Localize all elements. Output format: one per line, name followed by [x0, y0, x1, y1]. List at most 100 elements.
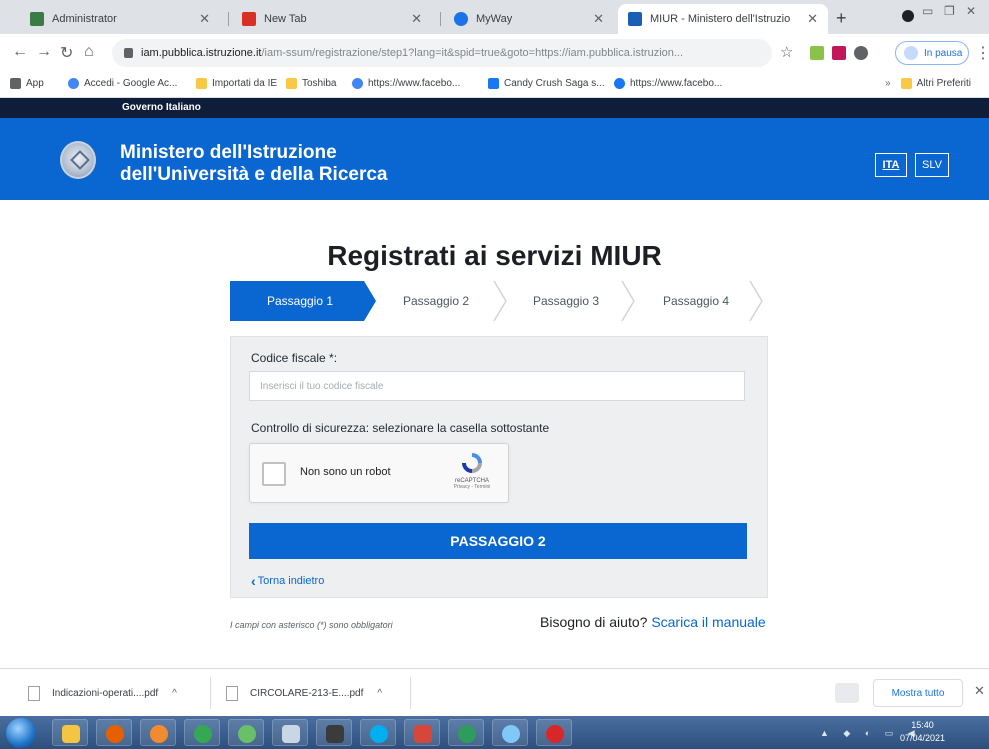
codice-fiscale-label: Codice fiscale *:: [251, 351, 338, 365]
tab-title: New Tab: [264, 13, 307, 25]
bookmark-label: Altri Preferiti: [916, 78, 972, 89]
bookmark-label: App: [26, 78, 44, 89]
address-bar[interactable]: iam.pubblica.istruzione.it /iam-ssum/reg…: [112, 39, 772, 67]
lock-icon: [124, 48, 133, 58]
window-close-icon[interactable]: ✕: [966, 4, 976, 18]
taskbar-app[interactable]: [140, 719, 176, 746]
clock[interactable]: 15:40 07/04/2021: [900, 716, 945, 749]
bookmark-label: https://www.facebo...: [630, 78, 723, 89]
windows-taskbar: ▲ ◆ ◐ ▭ ◀ 15:40 07/04/2021: [0, 716, 989, 749]
tab-close-icon[interactable]: ✕: [593, 11, 604, 27]
apps-grid-icon: [10, 78, 21, 89]
taskbar-app[interactable]: [272, 719, 308, 746]
ministry-name[interactable]: Ministero dell'Istruzione dell'Universit…: [120, 142, 387, 186]
app-icon: [414, 725, 432, 743]
url-path: /iam-ssum/registrazione/step1?lang=it&sp…: [261, 47, 684, 59]
home-icon[interactable]: ⌂: [84, 43, 94, 61]
back-arrow-icon[interactable]: ←: [12, 43, 28, 61]
bookmark-candy-crush[interactable]: Candy Crush Saga s...: [488, 78, 605, 89]
recaptcha-logo: reCAPTCHA Privacy - Termini: [446, 450, 498, 500]
step-3: Passaggio 3: [532, 294, 600, 308]
google-icon: [352, 78, 363, 89]
download-ghost-icon: [835, 683, 859, 703]
new-tab-button[interactable]: +: [836, 8, 847, 29]
avatar: [904, 46, 918, 60]
tab-close-icon[interactable]: ✕: [807, 11, 818, 27]
taskbar-app[interactable]: [404, 719, 440, 746]
taskbar-firefox[interactable]: [96, 719, 132, 746]
language-slv-button[interactable]: SLV: [915, 153, 949, 177]
bookmark-other[interactable]: » Altri Preferiti: [885, 78, 971, 89]
registration-form: Codice fiscale *: Controllo di sicurezza…: [230, 336, 768, 598]
download-filename: CIRCOLARE-213-E....pdf: [250, 687, 364, 699]
taskbar-skype[interactable]: [360, 719, 396, 746]
app-icon: [326, 725, 344, 743]
next-step-button[interactable]: PASSAGGIO 2: [249, 523, 747, 559]
profile-pause-button[interactable]: In pausa: [895, 41, 969, 65]
tab-administrator[interactable]: Administrator ✕: [20, 4, 220, 34]
download-item[interactable]: CIRCOLARE-213-E....pdf ^: [226, 679, 382, 707]
help-section: Bisogno di aiuto? Scarica il manuale: [540, 614, 766, 630]
folder-icon: [286, 78, 297, 89]
extension-icon[interactable]: [810, 46, 824, 60]
taskbar-explorer[interactable]: [52, 719, 88, 746]
download-item[interactable]: Indicazioni-operati....pdf ^: [28, 679, 177, 707]
back-link[interactable]: ‹ Torna indietro: [251, 573, 324, 589]
tab-favicon-icon: [242, 12, 256, 26]
show-all-downloads-button[interactable]: Mostra tutto: [873, 679, 963, 707]
tab-myway[interactable]: MyWay ✕: [444, 4, 614, 34]
language-ita-button[interactable]: ITA: [875, 153, 907, 177]
recaptcha-icon: [462, 453, 482, 473]
minimize-icon[interactable]: ▭: [922, 4, 933, 18]
bookmark-folder-ie[interactable]: Importati da IE: [196, 78, 277, 89]
tab-new-tab[interactable]: New Tab ✕: [232, 4, 432, 34]
taskbar-opera[interactable]: [536, 719, 572, 746]
bookmark-facebook-2[interactable]: https://www.facebo...: [614, 78, 722, 89]
recaptcha-widget: Non sono un robot reCAPTCHA Privacy - Te…: [249, 443, 509, 503]
page-title: Registrati ai servizi MIUR: [327, 240, 662, 271]
taskbar-chrome[interactable]: [184, 719, 220, 746]
bookmark-folder-toshiba[interactable]: Toshiba: [286, 78, 336, 89]
tab-close-icon[interactable]: ✕: [411, 11, 422, 27]
extensions-puzzle-icon[interactable]: [854, 46, 868, 60]
profile-icon[interactable]: [902, 10, 914, 22]
menu-dots-icon[interactable]: ⋮: [975, 43, 989, 63]
browser-tab-strip: Administrator ✕ New Tab ✕ MyWay ✕ MIUR -…: [0, 0, 989, 34]
chevron-up-icon[interactable]: ^: [377, 688, 382, 699]
folder-icon: [196, 78, 207, 89]
firefox-icon: [106, 725, 124, 743]
facebook-icon: [488, 78, 499, 89]
close-shelf-icon[interactable]: ✕: [974, 683, 985, 699]
recaptcha-terms[interactable]: Privacy - Termini: [446, 484, 498, 490]
bookmark-label: Accedi - Google Ac...: [84, 78, 178, 89]
chevron-up-icon[interactable]: ^: [172, 688, 177, 699]
extension-icon[interactable]: [832, 46, 846, 60]
taskbar-app[interactable]: [492, 719, 528, 746]
maximize-icon[interactable]: ❐: [944, 4, 955, 18]
taskbar-app[interactable]: [228, 719, 264, 746]
app-icon: [238, 725, 256, 743]
start-button[interactable]: [6, 718, 36, 748]
clock-date: 07/04/2021: [900, 733, 946, 743]
government-label[interactable]: Governo Italiano: [122, 102, 201, 113]
reload-icon[interactable]: ↻: [60, 43, 73, 63]
download-manual-link[interactable]: Scarica il manuale: [651, 614, 765, 630]
codice-fiscale-input[interactable]: [249, 371, 745, 401]
taskbar-app[interactable]: [316, 719, 352, 746]
government-strip: Governo Italiano: [0, 98, 989, 118]
bookmark-facebook-1[interactable]: https://www.facebo...: [352, 78, 460, 89]
bookmark-star-icon[interactable]: ☆: [780, 43, 793, 61]
recaptcha-checkbox[interactable]: [262, 462, 286, 486]
taskbar-app[interactable]: [448, 719, 484, 746]
globe-icon: [614, 78, 625, 89]
recaptcha-label: Non sono un robot: [300, 466, 391, 478]
bookmark-google-accounts[interactable]: Accedi - Google Ac...: [68, 78, 177, 89]
tab-miur[interactable]: MIUR - Ministero dell'Istruzio ✕: [618, 4, 828, 34]
bookmark-apps[interactable]: App: [10, 78, 44, 89]
forward-arrow-icon[interactable]: →: [36, 43, 52, 61]
tab-favicon-icon: [30, 12, 44, 26]
file-icon: [226, 685, 238, 701]
folder-icon: [900, 78, 912, 89]
bookmark-label: Toshiba: [302, 78, 337, 89]
tab-close-icon[interactable]: ✕: [199, 11, 210, 27]
